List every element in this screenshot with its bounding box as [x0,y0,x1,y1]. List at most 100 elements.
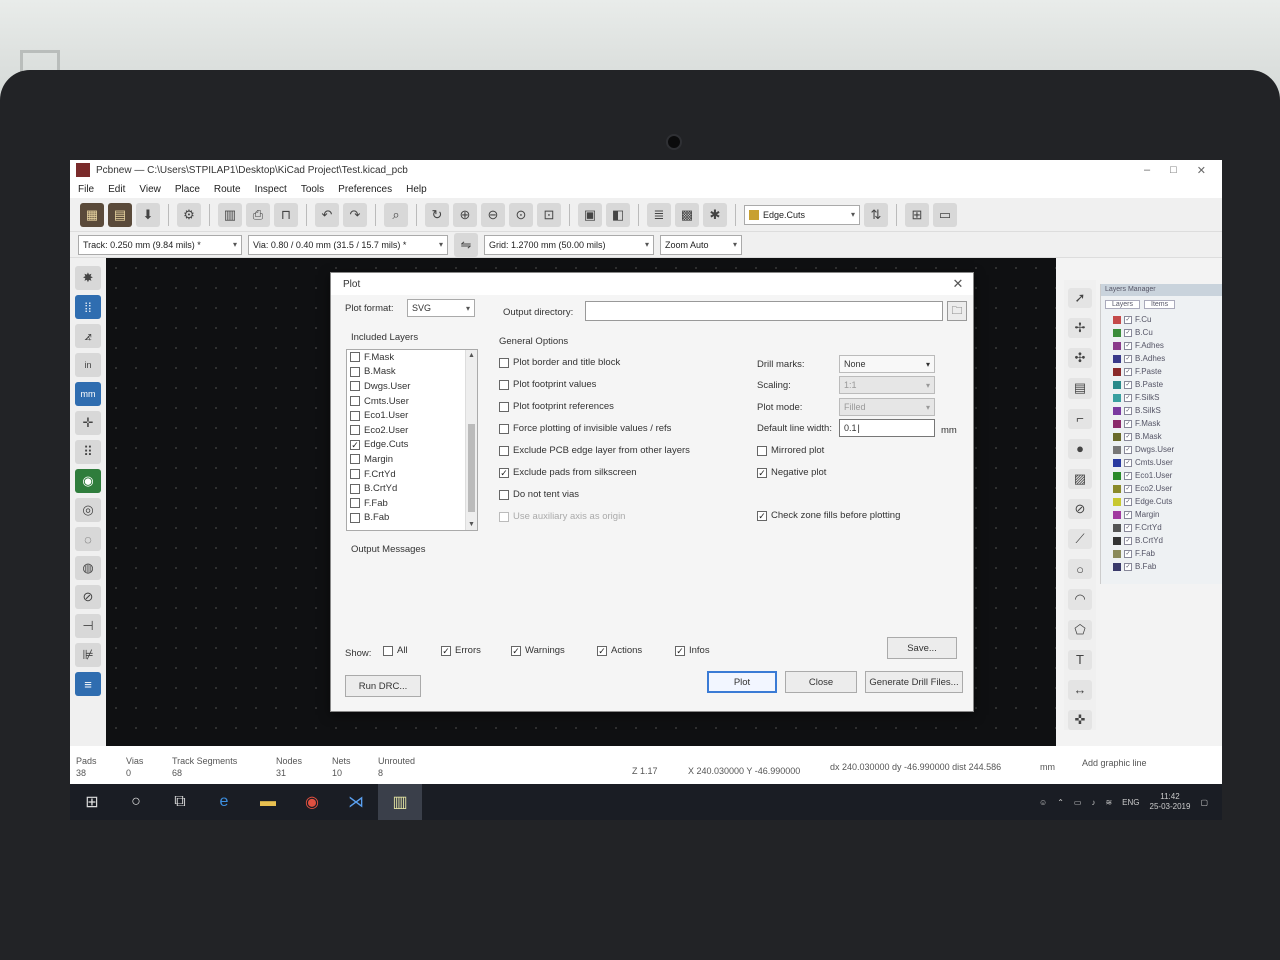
task-view-icon[interactable]: ⧉ [158,784,202,820]
option-checkbox[interactable] [499,401,509,412]
edge-browser-icon[interactable]: e [202,784,246,820]
route-track-icon[interactable]: ⌐ [1068,408,1092,429]
menu-help[interactable]: Help [406,184,427,195]
zoom-in-icon[interactable]: ⊕ [453,202,477,227]
wifi-icon[interactable]: ≋ [1105,798,1112,807]
battery-icon[interactable]: ▭ [1074,798,1082,807]
layer-checkbox[interactable] [350,425,360,436]
layers-manager-row[interactable]: ✓ B.Cu [1101,326,1222,339]
layer-visible-checkbox[interactable]: ✓ [1124,380,1132,389]
option-checkbox[interactable] [499,489,509,500]
drc-marker-icon[interactable]: ✸ [75,266,101,290]
option-checkbox[interactable] [499,423,509,434]
menu-route[interactable]: Route [214,184,241,195]
run-drc-button[interactable]: Run DRC... [345,675,421,697]
tab-layers[interactable]: Layers [1105,300,1141,309]
kicad-taskbar-icon[interactable]: ▥ [378,784,422,820]
filter-checkbox[interactable]: ✓ [511,645,521,656]
layer-checkbox[interactable] [350,352,360,363]
layer-color-swatch[interactable] [1113,315,1121,324]
find-icon[interactable]: ⌕ [384,202,408,227]
zone-outline-icon[interactable]: ◎ [75,498,101,522]
layer-color-swatch[interactable] [1113,471,1121,480]
place-origin-icon[interactable]: ✜ [1068,709,1092,731]
filter-checkbox[interactable] [383,645,393,656]
zone-fill-icon[interactable]: ◉ [75,469,101,493]
layers-manager-row[interactable]: ✓ B.SilkS [1101,404,1222,417]
plot-mode-select[interactable]: Filled ▾ [839,398,935,416]
general-option[interactable]: Force plotting of invisible values / ref… [499,423,671,434]
layers-manager-row[interactable]: ✓ Eco1.User [1101,469,1222,482]
select-arrow-icon[interactable]: ➚ [1068,288,1092,309]
output-directory-input[interactable] [585,301,943,321]
windows-start-icon[interactable]: ⊞ [70,784,114,820]
print-icon[interactable]: ⎙ [246,202,270,227]
included-layer-item[interactable]: Eco2.User [347,423,477,438]
layer-color-swatch[interactable] [1113,484,1121,493]
ratsnest-icon[interactable]: ⠿ [75,440,101,464]
scrollbar-thumb[interactable] [468,424,475,512]
message-filter[interactable]: ✓ Infos [675,645,710,656]
add-polygon-icon[interactable]: ⬠ [1068,619,1092,640]
layer-visible-checkbox[interactable]: ✓ [1124,445,1132,454]
general-option[interactable]: Plot footprint values [499,379,596,390]
tray-expand-icon[interactable]: ⌃ [1057,798,1064,807]
layer-checkbox[interactable] [350,469,360,480]
scroll-up-icon[interactable]: ▲ [468,352,475,359]
layers-manager-row[interactable]: ✓ Edge.Cuts [1101,495,1222,508]
plot-icon[interactable]: ⊓ [274,202,298,227]
zone-fills-option[interactable]: ✓ Check zone fills before plotting [757,510,900,521]
layer-color-swatch[interactable] [1113,341,1121,350]
layer-visible-checkbox[interactable]: ✓ [1124,315,1132,324]
layers-manager-row[interactable]: ✓ F.Adhes [1101,339,1222,352]
included-layer-item[interactable]: B.Mask [347,365,477,380]
layers-scrollbar[interactable]: ▲ ▼ [465,350,477,530]
close-window-icon[interactable]: ✕ [1197,164,1206,177]
highlight-net-icon[interactable]: ✢ [1068,318,1092,339]
menu-edit[interactable]: Edit [108,184,125,195]
layer-color-swatch[interactable] [1113,367,1121,376]
keepout-icon[interactable]: ⊘ [1068,498,1092,520]
add-footprint-icon[interactable]: ▤ [1068,378,1092,399]
layer-visible-checkbox[interactable]: ✓ [1124,458,1132,467]
scaling-select[interactable]: 1:1 ▾ [839,376,935,394]
general-option[interactable]: Plot border and title block [499,357,620,368]
mirrored-plot-option[interactable]: Mirrored plot [757,445,824,456]
message-filter[interactable]: All [383,645,408,656]
layer-color-swatch[interactable] [1113,536,1121,545]
layer-visible-checkbox[interactable]: ✓ [1124,341,1132,350]
layers-manager-row[interactable]: ✓ F.CrtYd [1101,521,1222,534]
layer-visible-checkbox[interactable]: ✓ [1124,523,1132,532]
menu-view[interactable]: View [139,184,161,195]
layer-visible-checkbox[interactable]: ✓ [1124,419,1132,428]
redo-icon[interactable]: ↷ [343,202,367,227]
message-filter[interactable]: ✓ Errors [441,645,481,656]
scroll-down-icon[interactable]: ▼ [468,521,475,528]
zoom-fit-icon[interactable]: ⊙ [509,202,533,227]
cursor-shape-icon[interactable]: ✛ [75,411,101,435]
general-option[interactable]: Do not tent vias [499,489,579,500]
layer-checkbox[interactable]: ✓ [350,439,360,450]
page-settings-icon[interactable]: ⚙ [177,202,201,227]
vscode-icon[interactable]: ⋊ [334,784,378,820]
included-layer-item[interactable]: F.CrtYd [347,467,477,482]
layer-visible-checkbox[interactable]: ✓ [1124,432,1132,441]
tab-items[interactable]: Items [1144,300,1176,309]
layer-color-swatch[interactable] [1113,380,1121,389]
layer-visible-checkbox[interactable]: ✓ [1124,497,1132,506]
via-size-select[interactable]: Via: 0.80 / 0.40 mm (31.5 / 15.7 mils) *… [248,234,448,255]
layers-manager-row[interactable]: ✓ B.Fab [1101,560,1222,573]
layer-checkbox[interactable] [350,483,360,494]
add-dimension-icon[interactable]: ↔ [1068,679,1092,700]
inch-units-button[interactable]: in [75,353,101,377]
add-line-icon[interactable]: ⟋ [1068,529,1092,550]
general-option[interactable]: Plot footprint references [499,401,614,412]
layer-color-swatch[interactable] [1113,406,1121,415]
language-indicator[interactable]: ENG [1122,798,1139,807]
layers-manager-row[interactable]: ✓ Dwgs.User [1101,443,1222,456]
layer-visible-checkbox[interactable]: ✓ [1124,510,1132,519]
layer-color-swatch[interactable] [1113,328,1121,337]
via-sketch-icon[interactable]: ⊘ [75,585,101,609]
clock[interactable]: 11:42 25-03-2019 [1150,792,1191,812]
zoom-out-icon[interactable]: ⊖ [481,202,505,227]
